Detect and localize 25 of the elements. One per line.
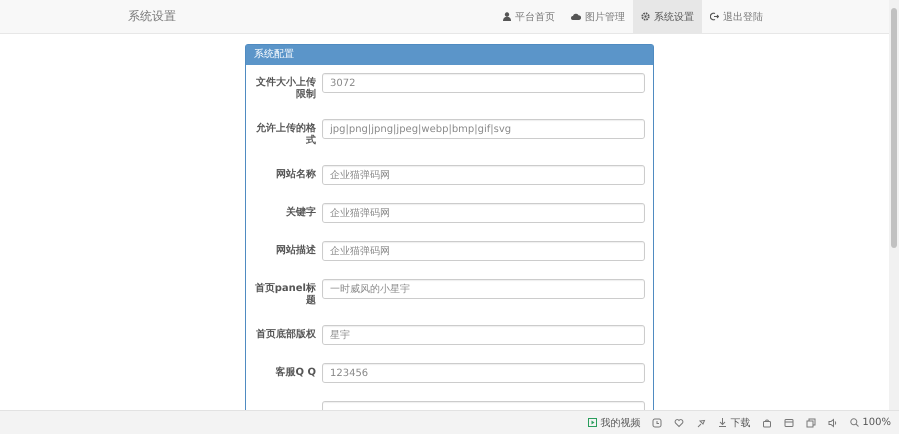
nav-link[interactable]: 图片管理	[563, 0, 633, 33]
input-field[interactable]: 一时威风的小星宇	[322, 279, 645, 299]
field-label: 客服Q Q	[274, 365, 316, 379]
panel-title: 系统配置	[246, 45, 653, 65]
my-video-button[interactable]: 我的视频	[588, 416, 640, 430]
input-field[interactable]: 企业猫弹码网	[322, 165, 645, 185]
input-field[interactable]: 123456	[322, 363, 645, 383]
zoom-button[interactable]: 100%	[850, 417, 891, 428]
input-field[interactable]: 星宇	[322, 325, 645, 345]
field-label: 允许上传的格式	[255, 122, 316, 147]
field-label: 网站描述	[275, 244, 316, 257]
field-label: 首页panel标题	[254, 282, 316, 307]
field-label: 文件大小上传限制	[255, 76, 316, 101]
input-field[interactable]: 企业猫弹码网	[322, 203, 645, 223]
brand-title: 系统设置	[128, 8, 176, 25]
field-label: 网站名称	[275, 168, 316, 181]
nav-link[interactable]: 退出登陆	[702, 0, 771, 33]
field-label: 首页底部版权	[255, 327, 316, 341]
input-field[interactable]: 企业猫弹码网	[322, 241, 645, 261]
download-button[interactable]: 下载	[718, 416, 750, 430]
input-field[interactable]: jpg|png|jpng|jpeg|webp|bmp|gif|svg	[322, 119, 645, 139]
input-field[interactable]: 3072	[322, 73, 645, 93]
nav-link[interactable]: 平台首页	[495, 0, 563, 33]
nav-link[interactable]: 系统设置	[633, 0, 702, 33]
field-label: 关键字	[285, 205, 316, 219]
